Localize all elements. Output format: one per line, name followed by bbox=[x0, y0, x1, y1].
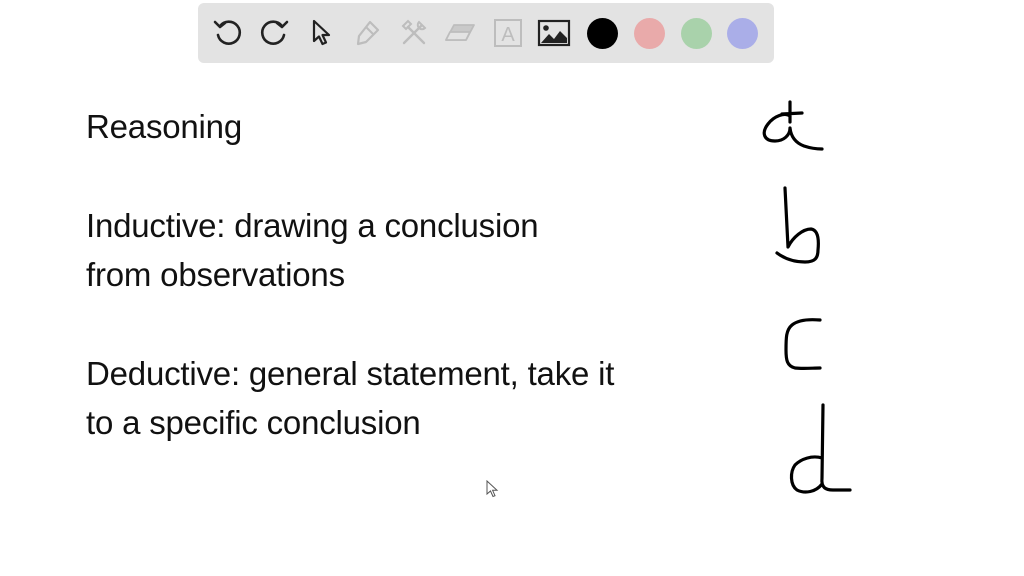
redo-icon bbox=[260, 20, 289, 45]
handwritten-letter-c bbox=[784, 318, 822, 371]
insert-image-button[interactable] bbox=[536, 15, 572, 51]
eraser-button[interactable] bbox=[442, 15, 478, 51]
pointer-icon bbox=[312, 19, 331, 46]
text-box-icon: A bbox=[494, 19, 522, 47]
pen-icon bbox=[356, 20, 380, 46]
color-swatch-red[interactable] bbox=[634, 18, 665, 49]
inductive-definition-line-2: from observations bbox=[86, 256, 345, 293]
svg-text:A: A bbox=[501, 24, 515, 46]
pen-tool-button[interactable] bbox=[349, 15, 385, 51]
handwritten-letter-d bbox=[789, 403, 852, 494]
eraser-icon bbox=[445, 24, 475, 41]
color-swatch-black[interactable] bbox=[587, 18, 618, 49]
handwritten-letter-a bbox=[762, 100, 824, 151]
undo-button[interactable] bbox=[210, 15, 246, 51]
deductive-definition-line-2: to a specific conclusion bbox=[86, 404, 421, 441]
hammer-wrench-icon bbox=[401, 19, 427, 45]
handwritten-letter-b bbox=[775, 186, 820, 264]
color-swatch-blue[interactable] bbox=[727, 18, 758, 49]
text-tool-button[interactable]: A bbox=[490, 15, 526, 51]
mouse-cursor-icon bbox=[486, 480, 499, 498]
color-swatch-green[interactable] bbox=[681, 18, 712, 49]
deductive-definition-line-1: Deductive: general statement, take it bbox=[86, 355, 615, 392]
image-icon bbox=[537, 19, 571, 47]
whiteboard-canvas[interactable]: A Reasoning Inductive: drawing a conclus… bbox=[0, 0, 1024, 576]
undo-icon bbox=[213, 20, 242, 45]
select-tool-button[interactable] bbox=[303, 15, 339, 51]
notes-title: Reasoning bbox=[86, 108, 242, 145]
redo-button[interactable] bbox=[256, 15, 292, 51]
inductive-definition-line-1: Inductive: drawing a conclusion bbox=[86, 207, 539, 244]
drawing-toolbar: A bbox=[198, 3, 774, 63]
tools-button[interactable] bbox=[396, 15, 432, 51]
